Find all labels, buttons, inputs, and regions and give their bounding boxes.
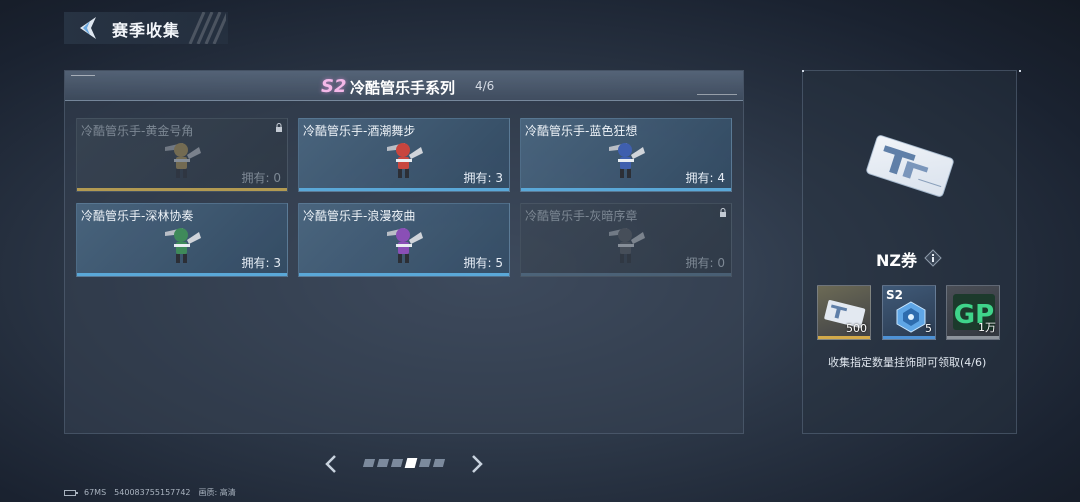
trombonist-figure-icon — [609, 228, 645, 263]
next-page-chevron-icon[interactable] — [470, 454, 484, 474]
reward-item-ticket[interactable]: 500 — [817, 285, 871, 340]
reward-item-quantity: 1万 — [978, 321, 996, 334]
status-footer: 67MS 540083755157742 画质: 高清 — [64, 487, 236, 498]
reward-item-quantity: 5 — [925, 322, 932, 335]
collection-card[interactable]: 冷酷管乐手-深林协奏 拥有: 3 — [76, 203, 288, 277]
owned-count: 拥有: 4 — [685, 171, 726, 185]
page-indicator — [362, 458, 446, 469]
lock-icon — [720, 208, 726, 217]
trombonist-figure-icon — [387, 228, 423, 263]
owned-count: 拥有: 3 — [241, 256, 282, 270]
series-title: 冷酷管乐手系列 — [350, 79, 456, 97]
back-arrow-icon[interactable] — [74, 16, 100, 40]
collection-card[interactable]: 冷酷管乐手-浪漫夜曲 拥有: 5 — [298, 203, 510, 277]
trombonist-figure-icon — [387, 143, 423, 178]
ping-readout: 67MS — [84, 488, 107, 497]
series-progress: 4/6 — [475, 79, 495, 93]
page-dot[interactable] — [390, 459, 404, 467]
reward-item-quantity: 500 — [846, 322, 867, 335]
header-stripes-decoration — [188, 12, 226, 44]
owned-count: 拥有: 3 — [463, 171, 504, 185]
page-dot[interactable] — [432, 459, 446, 467]
nz-ticket-icon — [866, 135, 954, 197]
owned-count: 拥有: 0 — [241, 171, 282, 185]
page-title: 赛季收集 — [112, 21, 181, 40]
collection-card[interactable]: 冷酷管乐手-蓝色狂想 拥有: 4 — [520, 118, 732, 192]
collection-panel: S2 冷酷管乐手系列 4/6 冷酷管乐手-黄金号角 拥有: 0 冷酷管乐手-酒潮舞步… — [64, 70, 744, 434]
reward-item-crystal[interactable]: S2 5 — [882, 285, 936, 340]
header-decoration — [71, 75, 95, 81]
header-decoration — [697, 91, 737, 95]
crystal-icon — [896, 301, 926, 333]
quality-setting: 画质: 高清 — [198, 488, 236, 497]
collection-card[interactable]: 冷酷管乐手-灰暗序章 拥有: 0 — [520, 203, 732, 277]
owned-count: 拥有: 0 — [685, 256, 726, 270]
info-icon[interactable] — [924, 249, 942, 267]
page-dot[interactable] — [404, 458, 418, 468]
reward-item-gp[interactable]: GP 1万 — [946, 285, 1000, 340]
owned-count: 拥有: 5 — [463, 256, 504, 270]
battery-icon — [64, 489, 78, 496]
lock-icon — [276, 123, 282, 132]
reward-description: 收集指定数量挂饰即可领取(4/6) — [828, 356, 987, 369]
collection-card[interactable]: 冷酷管乐手-酒潮舞步 拥有: 3 — [298, 118, 510, 192]
reward-name: NZ券 — [876, 251, 917, 270]
collection-card[interactable]: 冷酷管乐手-黄金号角 拥有: 0 — [76, 118, 288, 192]
prev-page-chevron-icon[interactable] — [324, 454, 338, 474]
series-header: S2 冷酷管乐手系列 4/6 — [65, 71, 743, 101]
trombonist-figure-icon — [165, 228, 201, 263]
trombonist-figure-icon — [165, 143, 201, 178]
page-dot[interactable] — [362, 459, 376, 467]
page-dot[interactable] — [376, 459, 390, 467]
player-id: 540083755157742 — [114, 488, 191, 497]
page-dot[interactable] — [418, 459, 432, 467]
season-badge: S2 — [321, 76, 347, 97]
trombonist-figure-icon — [609, 143, 645, 178]
